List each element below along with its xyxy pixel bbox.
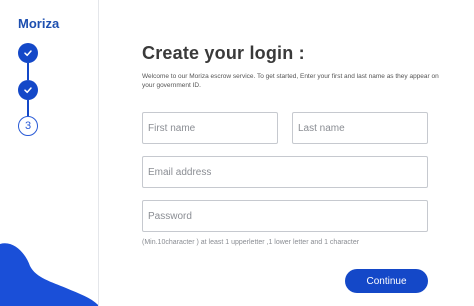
- step-3-pending[interactable]: 3: [18, 116, 38, 136]
- step-connector: [27, 63, 29, 80]
- last-name-field[interactable]: [292, 112, 428, 144]
- password-hint: (Min.10character ) at least 1 upperlette…: [142, 239, 360, 246]
- step-connector: [27, 100, 29, 116]
- page-title: Create your login :: [142, 43, 305, 63]
- step-number: 3: [24, 120, 32, 132]
- check-icon: [24, 50, 32, 57]
- app-logo: Moriza: [18, 16, 60, 31]
- check-icon: [24, 87, 32, 94]
- step-2-completed[interactable]: [18, 80, 38, 100]
- intro-text: Welcome to our Moriza escrow service. To…: [142, 73, 439, 89]
- decorative-wave: [0, 243, 98, 306]
- email-field[interactable]: [142, 156, 428, 188]
- continue-button[interactable]: Continue: [345, 269, 428, 293]
- password-field[interactable]: [142, 200, 428, 232]
- sidebar: Moriza 3: [0, 0, 99, 306]
- first-name-field[interactable]: [142, 112, 278, 144]
- step-1-completed[interactable]: [18, 43, 38, 63]
